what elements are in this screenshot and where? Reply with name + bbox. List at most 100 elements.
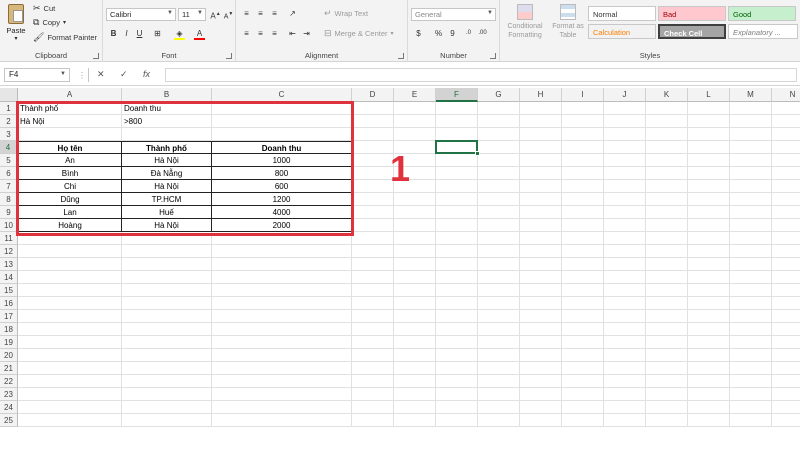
cell[interactable] <box>730 388 772 401</box>
cell[interactable] <box>604 310 646 323</box>
cell[interactable] <box>730 154 772 167</box>
cell[interactable] <box>394 128 436 141</box>
cell[interactable] <box>562 102 604 115</box>
cell[interactable] <box>562 128 604 141</box>
cell[interactable] <box>688 323 730 336</box>
cell[interactable] <box>730 258 772 271</box>
cell[interactable] <box>520 102 562 115</box>
style-cell-calculation[interactable]: Calculation <box>588 24 656 39</box>
align-middle-icon[interactable]: ≡ <box>254 7 267 20</box>
copy-button[interactable]: ⧉ Copy ▾ <box>33 18 66 28</box>
cell[interactable] <box>772 284 800 297</box>
cell[interactable] <box>18 336 122 349</box>
underline-button[interactable]: U <box>133 27 146 40</box>
cell[interactable] <box>604 193 646 206</box>
cell[interactable] <box>18 323 122 336</box>
cell[interactable] <box>436 102 478 115</box>
cell[interactable] <box>646 284 688 297</box>
cell[interactable] <box>520 297 562 310</box>
cell[interactable] <box>562 401 604 414</box>
cell[interactable] <box>772 414 800 427</box>
column-header-h[interactable]: H <box>520 88 562 102</box>
cell[interactable] <box>688 154 730 167</box>
cell[interactable] <box>478 284 520 297</box>
column-header-e[interactable]: E <box>394 88 436 102</box>
fill-handle[interactable] <box>475 151 480 156</box>
cell[interactable] <box>562 206 604 219</box>
cell[interactable] <box>212 336 352 349</box>
cell[interactable] <box>212 258 352 271</box>
orientation-icon[interactable]: ↗ <box>286 7 299 20</box>
cell[interactable] <box>604 388 646 401</box>
cell[interactable] <box>18 297 122 310</box>
fill-color-icon[interactable]: ◈ <box>173 27 186 40</box>
cell[interactable] <box>604 258 646 271</box>
cell[interactable] <box>688 284 730 297</box>
cell[interactable] <box>394 271 436 284</box>
cell[interactable] <box>212 245 352 258</box>
cell[interactable] <box>520 245 562 258</box>
cell[interactable] <box>352 297 394 310</box>
column-header-i[interactable]: I <box>562 88 604 102</box>
cell[interactable] <box>478 375 520 388</box>
cell[interactable] <box>352 115 394 128</box>
cell[interactable] <box>212 414 352 427</box>
cell[interactable] <box>520 310 562 323</box>
cell[interactable] <box>688 297 730 310</box>
name-box[interactable]: F4 ▼ <box>4 68 70 82</box>
cell[interactable] <box>436 193 478 206</box>
cell[interactable] <box>730 414 772 427</box>
select-all-button[interactable] <box>0 88 18 102</box>
cell[interactable] <box>352 336 394 349</box>
row-header-22[interactable]: 22 <box>0 375 18 388</box>
cell[interactable] <box>646 323 688 336</box>
cell[interactable] <box>688 258 730 271</box>
cell[interactable] <box>646 245 688 258</box>
cell[interactable] <box>604 336 646 349</box>
cell[interactable] <box>520 323 562 336</box>
cell[interactable] <box>604 297 646 310</box>
cell[interactable] <box>352 323 394 336</box>
cell[interactable] <box>688 115 730 128</box>
cell[interactable] <box>772 154 800 167</box>
cell[interactable] <box>520 388 562 401</box>
cell[interactable] <box>604 401 646 414</box>
cell[interactable] <box>122 245 212 258</box>
cell[interactable] <box>478 219 520 232</box>
cell[interactable] <box>122 271 212 284</box>
cell[interactable] <box>352 349 394 362</box>
cell[interactable] <box>520 193 562 206</box>
cell[interactable] <box>352 102 394 115</box>
cell[interactable] <box>478 414 520 427</box>
clipboard-launcher-icon[interactable] <box>93 53 99 59</box>
cell[interactable] <box>604 375 646 388</box>
cell[interactable] <box>646 401 688 414</box>
row-header-17[interactable]: 17 <box>0 310 18 323</box>
cell[interactable] <box>352 362 394 375</box>
cell[interactable] <box>562 375 604 388</box>
cell[interactable] <box>562 245 604 258</box>
font-launcher-icon[interactable] <box>226 53 232 59</box>
cell[interactable] <box>478 388 520 401</box>
cell[interactable] <box>352 141 394 154</box>
column-header-l[interactable]: L <box>688 88 730 102</box>
cell[interactable] <box>436 206 478 219</box>
cell[interactable] <box>562 232 604 245</box>
currency-icon[interactable]: $ <box>412 27 425 40</box>
font-color-icon[interactable]: A <box>193 27 206 40</box>
cell[interactable] <box>772 167 800 180</box>
cell[interactable] <box>478 206 520 219</box>
row-header-20[interactable]: 20 <box>0 349 18 362</box>
cell[interactable] <box>562 336 604 349</box>
row-header-16[interactable]: 16 <box>0 297 18 310</box>
cell[interactable] <box>352 310 394 323</box>
cell[interactable] <box>122 414 212 427</box>
decrease-decimal-icon[interactable]: .00 <box>476 27 489 40</box>
italic-button[interactable]: I <box>120 27 133 40</box>
cell[interactable] <box>688 193 730 206</box>
cell[interactable] <box>122 375 212 388</box>
cell[interactable] <box>646 414 688 427</box>
cell[interactable] <box>646 271 688 284</box>
cell[interactable] <box>688 102 730 115</box>
cell[interactable] <box>562 141 604 154</box>
